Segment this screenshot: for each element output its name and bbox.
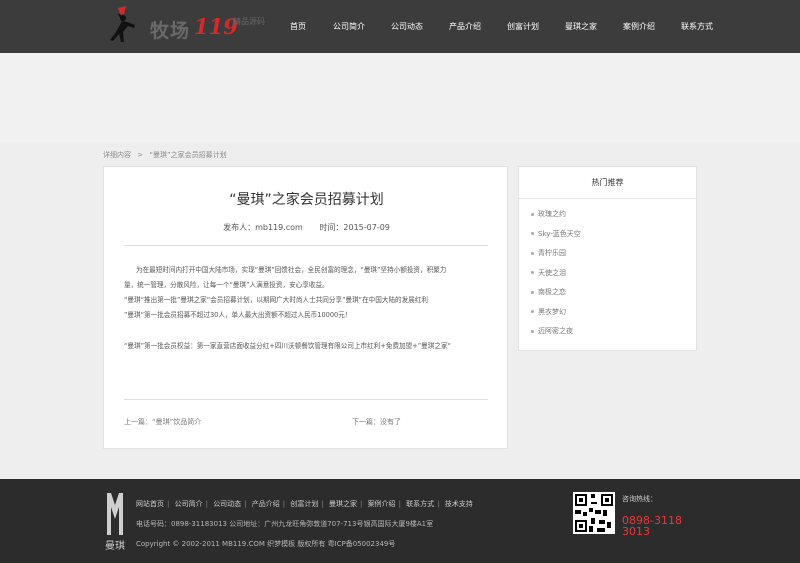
footer-links: 网站首页 | 公司简介 | 公司动态 | 产品介绍 | 创富计划 | 曼琪之家 | 案例介绍…	[136, 500, 473, 508]
breadcrumb-separator: >	[137, 151, 144, 159]
article-meta: 发布人：mb119.com 时间：2015-07-09	[104, 222, 509, 233]
footer-link-wealth-plan[interactable]: 创富计划	[290, 500, 318, 508]
bullet-icon	[531, 271, 534, 274]
article-panel: “曼琪”之家会员招募计划 发布人：mb119.com 时间：2015-07-09…	[103, 166, 508, 449]
sidebar-item-label: 南极之恋	[538, 288, 566, 296]
logo-slogan: 精品源码	[233, 17, 265, 26]
bullet-icon	[531, 290, 534, 294]
nav-home[interactable]: 首页	[276, 0, 320, 53]
sidebar-item-label: 天使之泪	[538, 268, 566, 277]
footer-logo-text: 曼琪	[105, 539, 125, 552]
prev-article-link[interactable]: 上一篇：“曼琪”饮品简介	[124, 417, 201, 427]
bullet-icon	[531, 310, 534, 313]
bullet-icon	[531, 251, 534, 255]
running-figure-icon	[110, 6, 135, 42]
footer-logo-icon: 曼琪	[105, 493, 125, 552]
sidebar-item[interactable]: 南极之恋	[531, 283, 696, 303]
nav-cases[interactable]: 案例介绍	[610, 0, 668, 53]
breadcrumb: 详细内容 > “曼琪”之家会员招募计划	[103, 150, 231, 160]
sidebar-item[interactable]: 玫瑰之约	[531, 205, 696, 225]
hot-recommend-panel: 热门推荐 玫瑰之约 Sky-蓝色天空 青柠乐园 天使之泪 南极之恋 黑衣梦幻 迈…	[518, 166, 697, 351]
nav-wealth-plan[interactable]: 创富计划	[494, 0, 552, 53]
sidebar-item-label: 黑衣梦幻	[538, 307, 566, 316]
nav-about[interactable]: 公司简介	[320, 0, 378, 53]
banner-area	[0, 53, 800, 142]
sidebar-item[interactable]: Sky-蓝色天空	[531, 225, 696, 245]
footer-link-contact[interactable]: 联系方式	[406, 500, 434, 508]
article-date: 时间：2015-07-09	[319, 223, 390, 232]
main-nav: 首页 公司简介 公司动态 产品介绍 创富计划 曼琪之家 案例介绍 联系方式	[276, 0, 726, 53]
sidebar-item-label: 迈阿密之夜	[538, 327, 573, 335]
article-paragraph: “曼琪”第一批会员权益：第一家直营店面收益分红+四川沃顿餐饮管理有限公司上市红利…	[124, 342, 451, 350]
logo-number: 119	[194, 14, 238, 39]
sidebar-title: 热门推荐	[519, 167, 696, 199]
hotline-label: 咨询热线：	[622, 495, 657, 503]
footer-copyright: Copyright © 2002-2011 MB119.COM 织梦模板 版权所…	[136, 540, 396, 548]
sidebar-item[interactable]: 天使之泪	[531, 264, 696, 284]
site-header: 牧场 119 精品源码 首页 公司简介 公司动态 产品介绍 创富计划 曼琪之家 …	[0, 0, 800, 53]
footer-link-cases[interactable]: 案例介绍	[368, 500, 396, 508]
site-logo[interactable]: 牧场 119 精品源码	[106, 6, 291, 46]
sidebar-item-label: 青柠乐园	[538, 249, 566, 257]
article-body: 为在最短时间内打开中国大陆市场，实现“曼琪”回馈社会，全民创富的理念，“曼琪”坚…	[124, 263, 488, 354]
article-paragraph: “曼琪“推出第一批”曼琪之家“会员招募计划，以期网广大时尚人士共同分享”曼琪“在…	[124, 296, 429, 304]
footer-link-home[interactable]: 网站首页	[136, 500, 164, 508]
article-divider-top	[124, 245, 488, 246]
sidebar-item-label: 玫瑰之约	[538, 210, 566, 218]
next-article-link[interactable]: 下一篇：没有了	[352, 417, 401, 427]
sidebar-item[interactable]: 青柠乐园	[531, 244, 696, 264]
nav-contact[interactable]: 联系方式	[668, 0, 726, 53]
article-paragraph: 为在最短时间内打开中国大陆市场，实现“曼琪”回馈社会，全民创富的理念，“曼琪”坚…	[136, 266, 447, 274]
footer-link-news[interactable]: 公司动态	[213, 500, 241, 508]
bullet-icon	[531, 329, 534, 333]
sidebar-item-label: Sky-蓝色天空	[538, 229, 581, 238]
site-footer: 曼琪 网站首页 | 公司简介 | 公司动态 | 产品介绍 | 创富计划 | 曼琪之家 | 案…	[0, 479, 800, 563]
footer-link-about[interactable]: 公司简介	[175, 500, 203, 508]
qr-code-icon	[573, 492, 615, 534]
footer-link-products[interactable]: 产品介绍	[252, 500, 280, 508]
footer-contact: 电话号码：0898-31183013 公司地址：广州九龙旺角弥敦道707-713…	[136, 520, 434, 528]
footer-link-support[interactable]: 技术支持	[445, 500, 473, 508]
breadcrumb-root[interactable]: 详细内容	[103, 151, 131, 159]
nav-manqi-home[interactable]: 曼琪之家	[552, 0, 610, 53]
sidebar-list: 玫瑰之约 Sky-蓝色天空 青柠乐园 天使之泪 南极之恋 黑衣梦幻 迈阿密之夜	[519, 199, 696, 342]
article-divider-bottom	[124, 399, 488, 400]
hotline-number: 0898-31183013	[622, 514, 682, 538]
sidebar-item[interactable]: 黑衣梦幻	[531, 303, 696, 323]
bullet-icon	[531, 212, 534, 216]
article-title: “曼琪”之家会员招募计划	[229, 192, 384, 208]
footer-link-manqi-home[interactable]: 曼琪之家	[329, 500, 357, 508]
nav-products[interactable]: 产品介绍	[436, 0, 494, 53]
bullet-icon	[531, 232, 534, 235]
nav-news[interactable]: 公司动态	[378, 0, 436, 53]
article-paragraph: ”曼琪“第一批会员招募不超过30人，单人最大出资额不超过人民币10000元！	[124, 311, 352, 319]
logo-text: 牧场	[150, 20, 191, 42]
article-author: 发布人：mb119.com	[223, 223, 303, 232]
breadcrumb-current: “曼琪”之家会员招募计划	[149, 151, 227, 159]
article-paragraph: 量，统一管理，分散风险，让每一个“曼琪”人满意投资，安心享收益。	[124, 281, 329, 289]
sidebar-item[interactable]: 迈阿密之夜	[531, 322, 696, 342]
